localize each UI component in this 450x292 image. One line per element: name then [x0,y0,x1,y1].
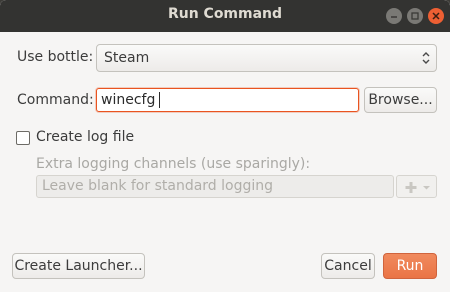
run-command-dialog: Run Command Use bottle: Steam Command: w… [0,0,450,292]
bottle-select[interactable]: Steam [96,44,437,72]
close-button[interactable] [428,8,444,24]
logging-channels-placeholder: Leave blank for standard logging [42,178,274,194]
create-launcher-button[interactable]: Create Launcher... [12,253,145,279]
create-log-checkbox[interactable] [16,131,30,145]
browse-button[interactable]: Browse... [364,87,437,113]
maximize-button[interactable] [407,8,423,24]
logging-channels-input[interactable]: Leave blank for standard logging [36,175,394,198]
bottle-label: Use bottle: [17,49,94,65]
logging-channels-label: Extra logging channels (use sparingly): [36,156,311,172]
minimize-icon [391,16,397,18]
maximize-icon [411,12,419,20]
command-label: Command: [17,92,94,108]
command-input-value: winecfg [101,92,156,108]
command-input[interactable]: winecfg [96,88,359,112]
minimize-button[interactable] [386,8,402,24]
add-channel-button[interactable] [396,175,437,198]
text-caret [159,92,160,108]
title-bar[interactable]: Run Command [0,0,450,32]
cancel-button[interactable]: Cancel [321,253,375,279]
run-button[interactable]: Run [383,253,437,279]
window-title: Run Command [167,6,283,22]
add-icon [405,182,430,193]
updown-arrows-icon [422,52,430,64]
bottle-select-value: Steam [104,50,150,66]
create-log-label[interactable]: Create log file [36,129,134,145]
close-icon [432,12,440,20]
